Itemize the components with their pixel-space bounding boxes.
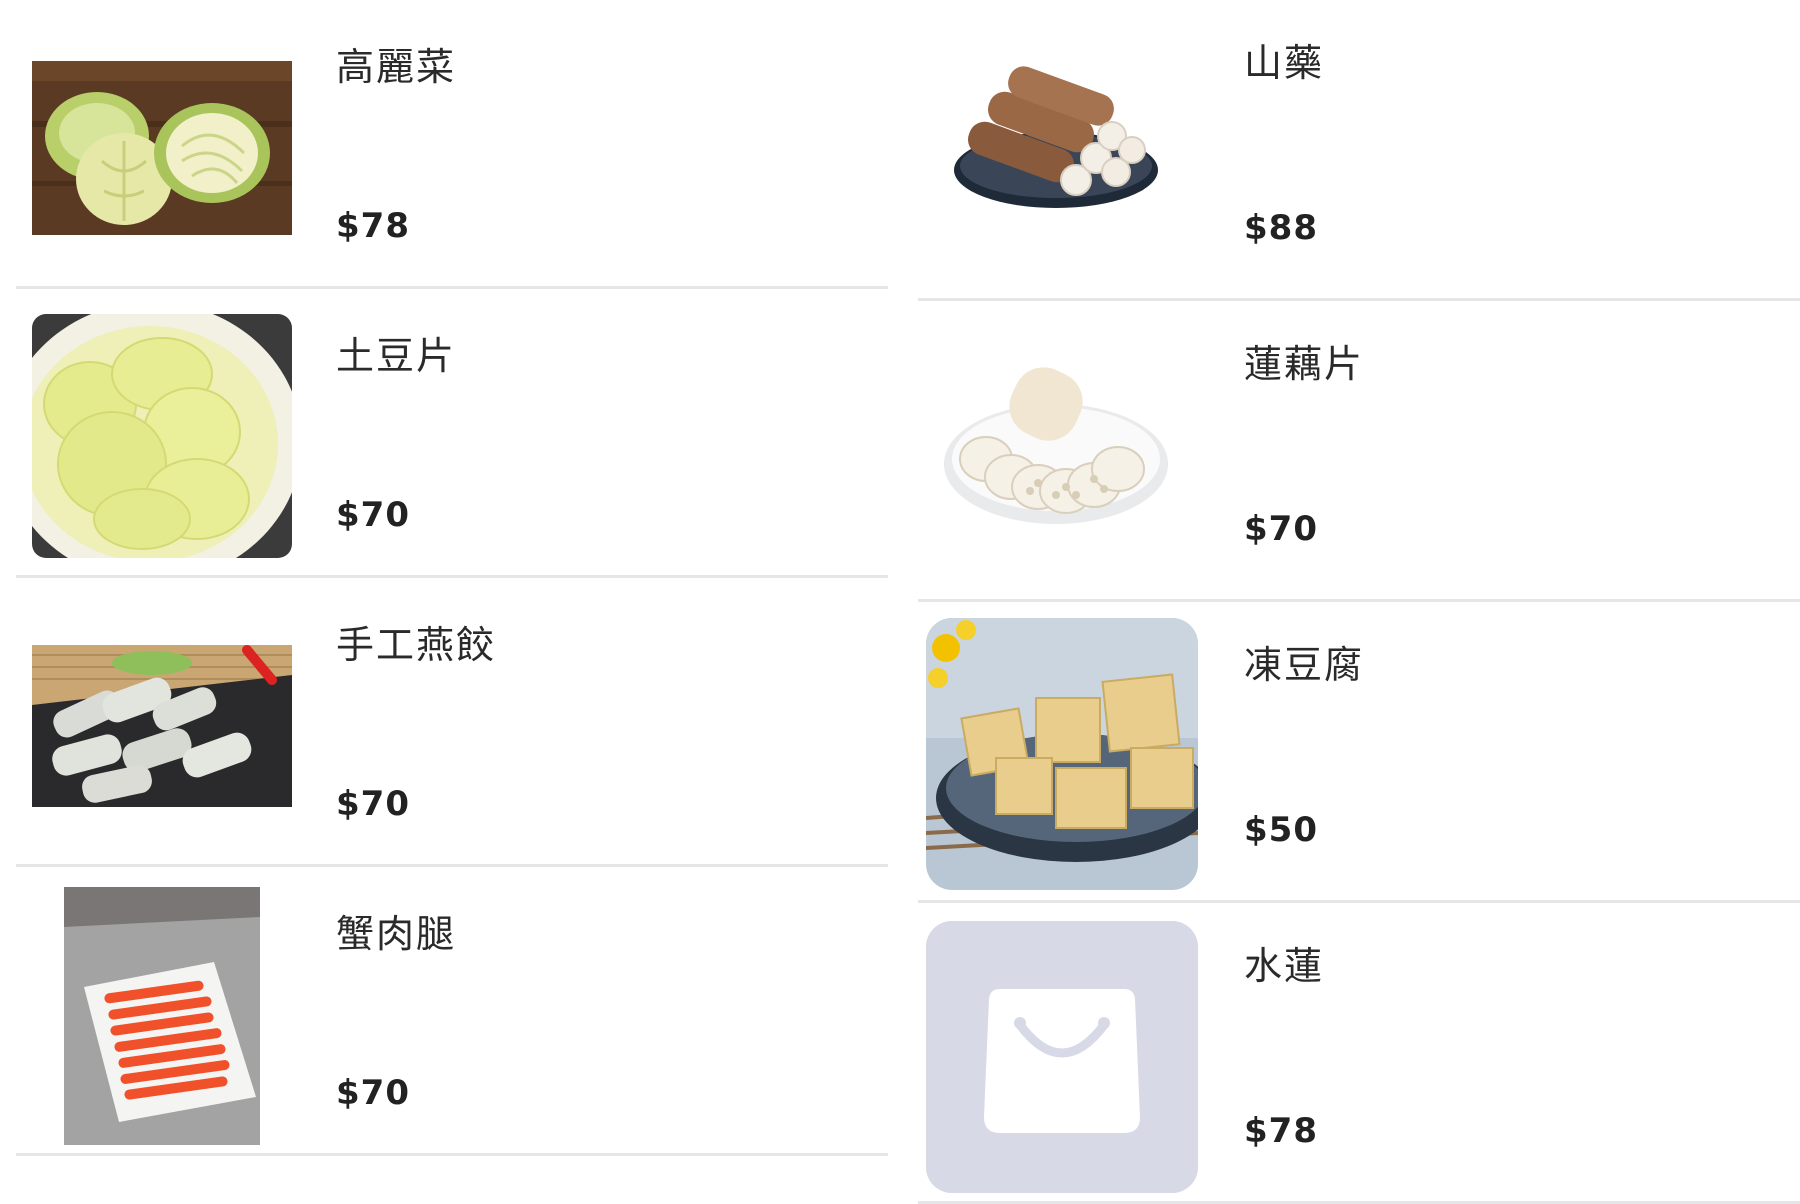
crab-stick-photo — [64, 887, 260, 1145]
product-name: 山藥 — [1244, 41, 1325, 85]
product-name: 高麗菜 — [336, 45, 457, 89]
potato-slices-photo — [32, 314, 292, 558]
product-name: 蓮藕片 — [1244, 342, 1365, 386]
yam-photo — [926, 40, 1198, 250]
product-price: $78 — [336, 206, 410, 246]
handmade-dumplings-photo — [32, 645, 292, 807]
product-item-lotus-root-slices[interactable]: 蓮藕片 $70 — [918, 301, 1800, 602]
lotus-root-slices-photo — [926, 329, 1198, 579]
cabbage-photo — [32, 61, 292, 235]
product-item-water-lily[interactable]: 水蓮 $78 — [918, 903, 1800, 1204]
product-price: $70 — [336, 784, 410, 824]
frozen-tofu-photo — [926, 618, 1198, 890]
product-name: 水蓮 — [1244, 944, 1325, 988]
product-item-yam[interactable]: 山藥 $88 — [918, 0, 1800, 301]
product-item-crab-stick[interactable]: 蟹肉腿 $70 — [16, 867, 888, 1156]
product-item-handmade-dumplings[interactable]: 手工燕餃 $70 — [16, 578, 888, 867]
product-name: 手工燕餃 — [336, 623, 497, 667]
shopping-bag-placeholder-icon — [926, 921, 1198, 1193]
product-price: $88 — [1244, 208, 1318, 248]
product-price: $70 — [336, 1073, 410, 1113]
product-name: 凍豆腐 — [1244, 643, 1365, 687]
product-list-right: 山藥 $88 蓮藕片 $70 凍豆腐 $50 水蓮 $78 — [918, 0, 1800, 1204]
product-price: $70 — [336, 495, 410, 535]
product-list-left: 高麗菜 $78 土豆片 $70 手工燕餃 $70 蟹肉腿 $70 — [16, 0, 888, 1156]
product-name: 蟹肉腿 — [336, 912, 457, 956]
product-price: $78 — [1244, 1111, 1318, 1151]
product-name: 土豆片 — [336, 334, 457, 378]
product-item-potato-slices[interactable]: 土豆片 $70 — [16, 289, 888, 578]
product-item-cabbage[interactable]: 高麗菜 $78 — [16, 0, 888, 289]
product-price: $50 — [1244, 810, 1318, 850]
product-price: $70 — [1244, 509, 1318, 549]
product-item-frozen-tofu[interactable]: 凍豆腐 $50 — [918, 602, 1800, 903]
